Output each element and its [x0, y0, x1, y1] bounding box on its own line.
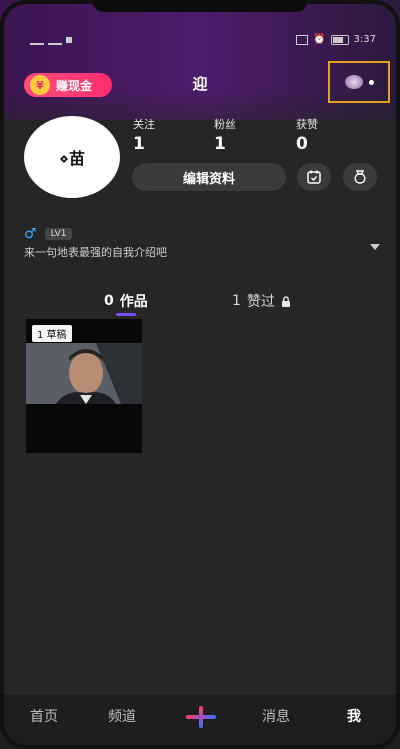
notification-icon — [66, 36, 72, 43]
clock: 3:37 — [353, 34, 376, 45]
tab-count: 1 — [232, 293, 241, 309]
more-dots-icon — [368, 79, 374, 85]
gender-level-row: ♂ LV1 — [24, 226, 73, 242]
tab-label: 赞过 — [246, 294, 275, 310]
avatar-mini-icon — [344, 75, 363, 89]
stat-label: 粉丝 — [214, 118, 236, 131]
nfc-icon — [296, 34, 309, 45]
stat-label: 获赞 — [296, 118, 318, 131]
avatar-text: ⋄苗 — [58, 149, 86, 168]
checkin-button[interactable] — [297, 163, 331, 191]
stat-value: 1 — [214, 134, 226, 154]
nav-home[interactable]: 首页 — [30, 706, 58, 726]
male-icon: ♂ — [24, 226, 37, 242]
stat-value: 0 — [296, 134, 308, 154]
wifi-icon — [48, 34, 62, 45]
money-bag-icon: ¥ — [30, 75, 50, 95]
lock-icon — [281, 295, 290, 307]
avatar[interactable]: ⋄苗 — [24, 116, 120, 198]
nav-me[interactable]: 我 — [347, 706, 361, 726]
money-bag-outline-icon — [354, 170, 366, 184]
edit-profile-button[interactable]: 编辑资料 — [132, 163, 286, 191]
tab-works[interactable]: 0 作品 — [104, 291, 148, 311]
nav-channels[interactable]: 频道 — [108, 706, 136, 726]
username: 迎 — [192, 75, 208, 93]
stat-fans[interactable]: 粉丝 1 — [214, 116, 274, 154]
bio-text[interactable]: 来一句地表最强的自我介绍吧 — [24, 244, 167, 260]
battery-icon — [330, 34, 349, 45]
draft-badge: 1 草稿 — [32, 325, 72, 342]
active-tab-indicator — [116, 313, 136, 316]
video-thumbnail — [26, 343, 142, 404]
stat-following[interactable]: 关注 1 — [133, 116, 193, 154]
wallet-button[interactable] — [343, 163, 377, 191]
thumbnail-image — [26, 343, 142, 404]
more-options-button[interactable] — [328, 61, 390, 103]
alarm-icon: ⏰ — [313, 34, 326, 45]
create-plus-button[interactable] — [186, 706, 216, 728]
earn-cash-label: 赚现金 — [56, 78, 93, 93]
profile-screen: ⏰ 3:37 ¥ 赚现金 迎 ⋄苗 关注 1 粉丝 1 获赞 0 编辑资料 ♂ … — [0, 0, 400, 749]
chevron-down-icon[interactable] — [370, 244, 380, 250]
calendar-check-icon — [307, 170, 321, 184]
tab-liked[interactable]: 1 赞过 — [232, 291, 291, 311]
stat-value: 1 — [133, 134, 145, 154]
status-bar: ⏰ 3:37 — [30, 34, 376, 50]
level-badge: LV1 — [44, 228, 73, 240]
tab-count: 0 — [104, 293, 114, 309]
bottom-tab-bar: 首页 频道 消息 我 — [0, 693, 400, 749]
stat-likes[interactable]: 获赞 0 — [296, 116, 356, 154]
cell-signal-icon — [30, 34, 44, 45]
camera-notch — [92, 0, 308, 12]
profile-tabs: 0 作品 1 赞过 — [0, 291, 400, 315]
tab-label: 作品 — [119, 294, 148, 310]
work-card-draft[interactable]: 1 草稿 — [26, 319, 142, 453]
nav-messages[interactable]: 消息 — [262, 706, 290, 726]
stat-label: 关注 — [133, 118, 155, 131]
earn-cash-button[interactable]: ¥ 赚现金 — [24, 73, 112, 97]
